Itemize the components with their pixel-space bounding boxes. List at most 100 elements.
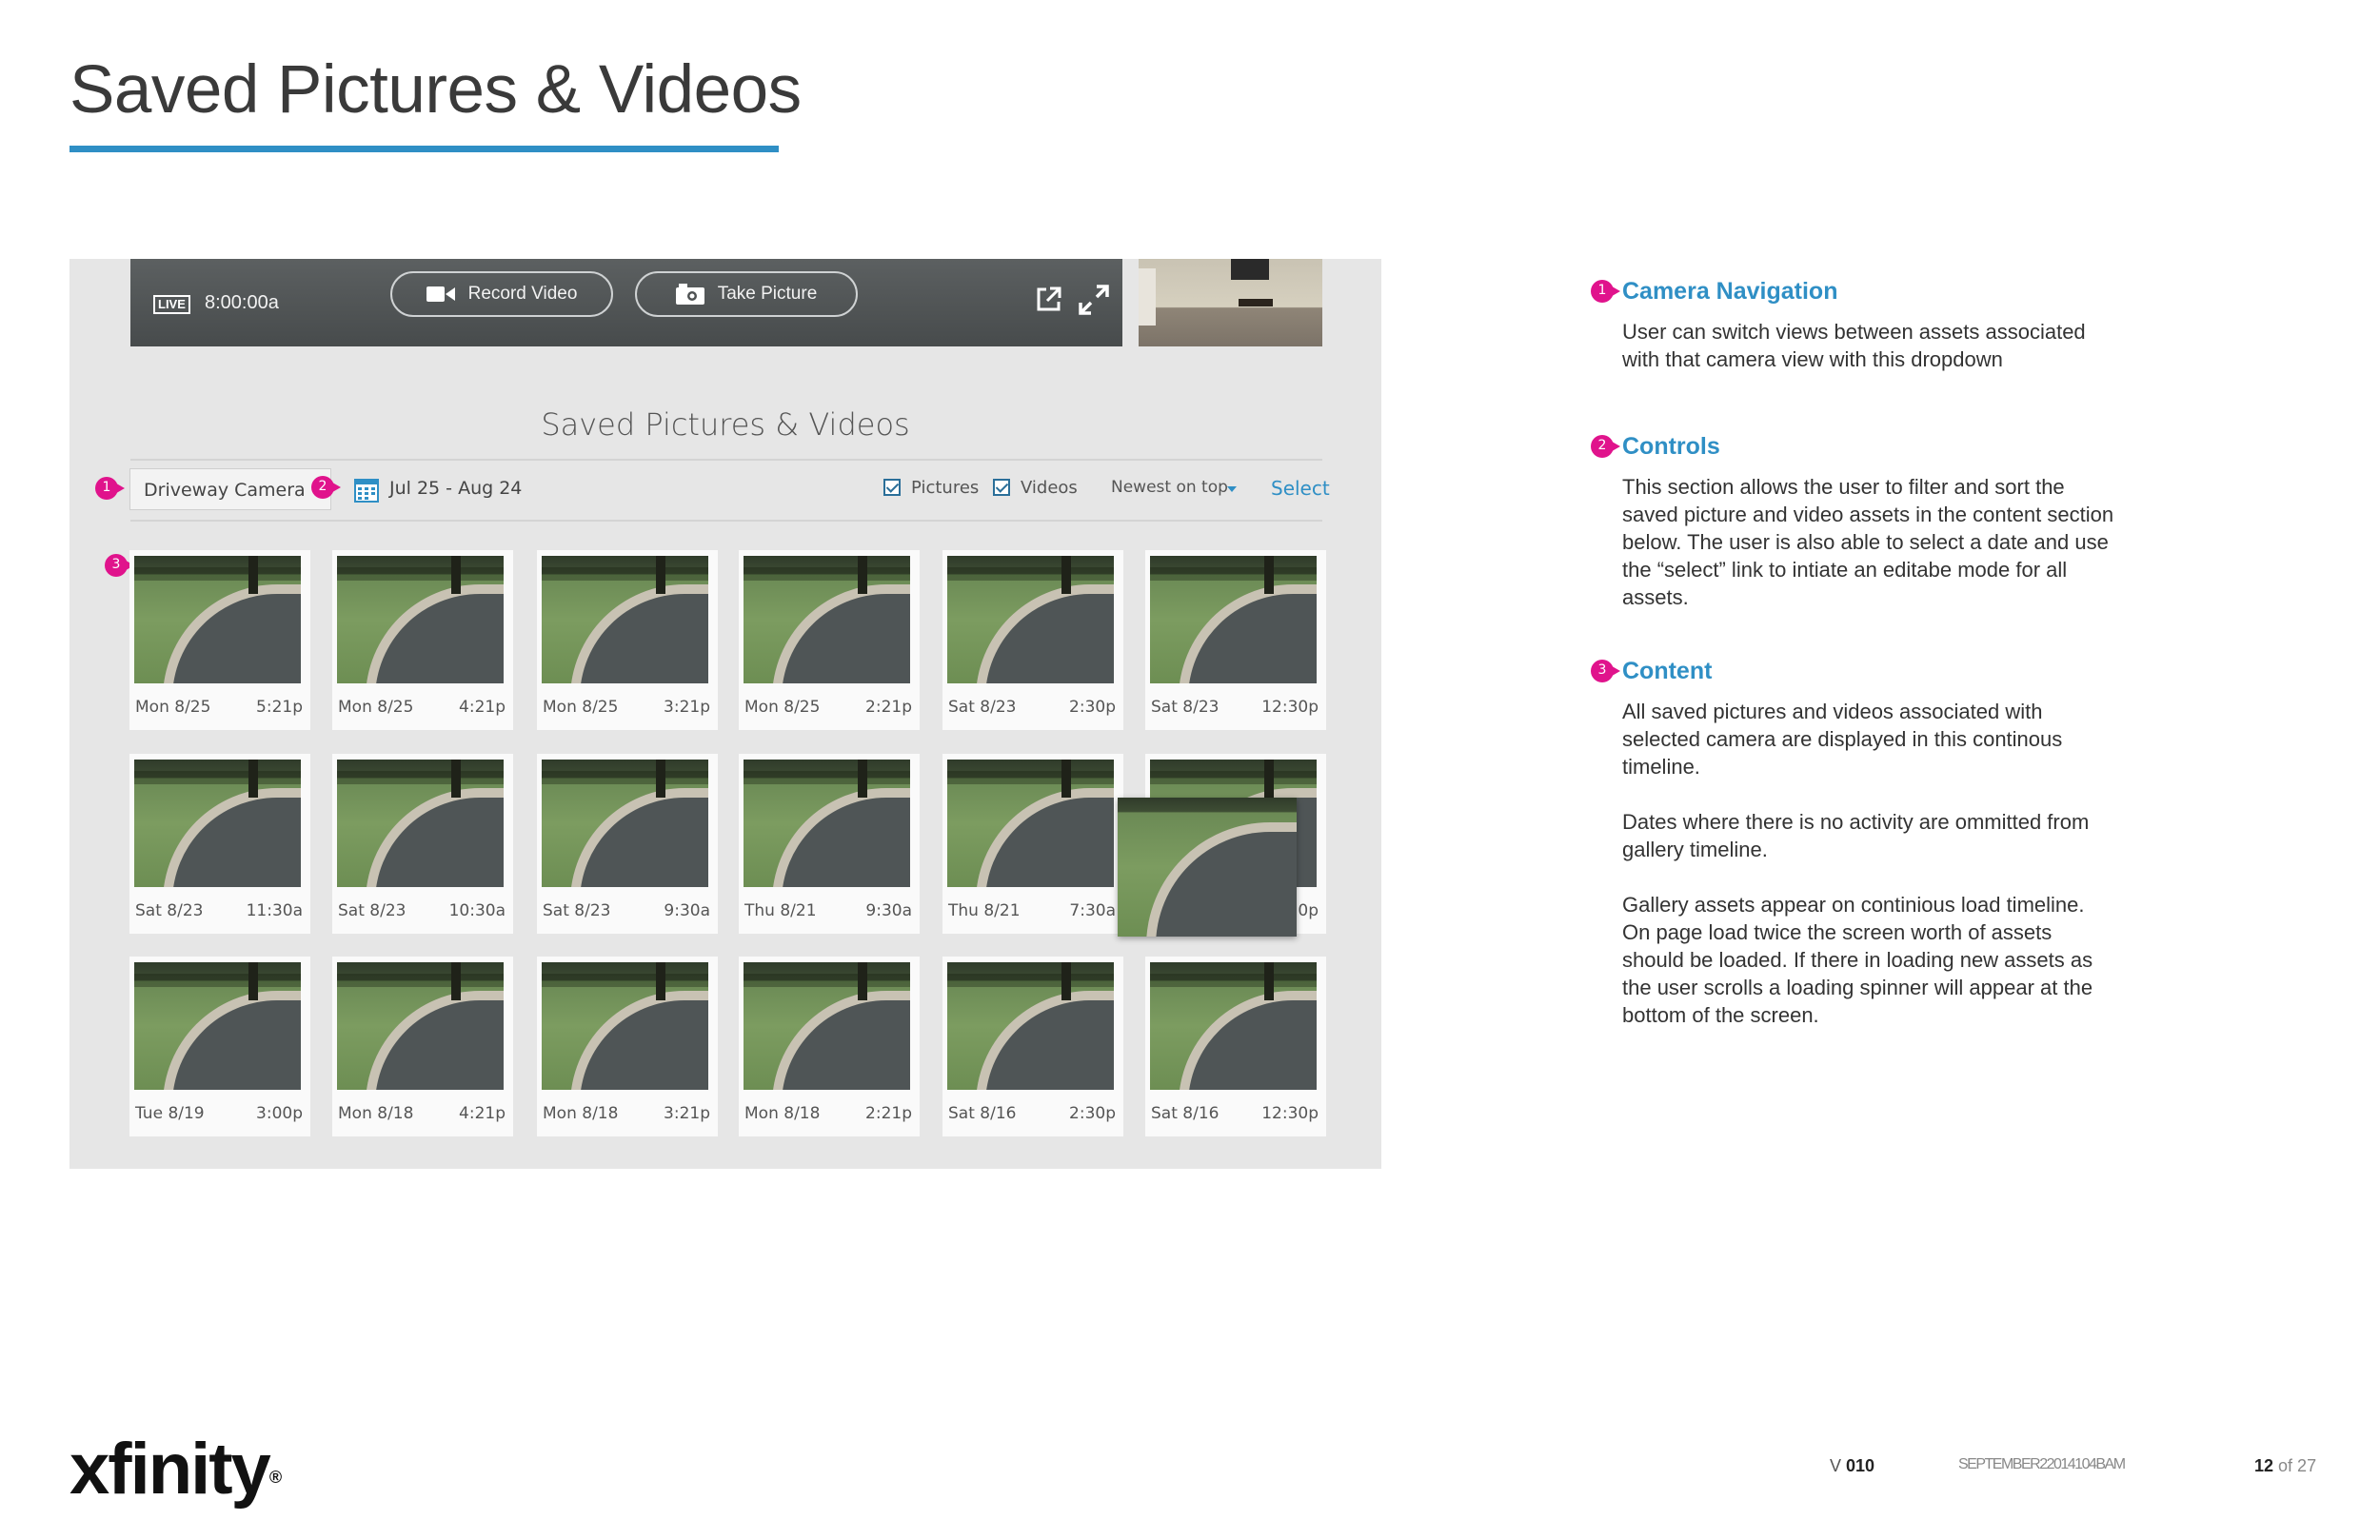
tile-day: Sat 8/23 xyxy=(1151,698,1220,717)
gallery-tile[interactable]: Mon 8/25 4:21p xyxy=(332,550,513,730)
annotation-heading: Controls xyxy=(1622,433,1720,460)
tile-time: 3:21p xyxy=(664,698,710,717)
gallery-tile[interactable]: Tue 8/19 3:00p xyxy=(129,957,310,1136)
annotation-body: This section allows the user to filter a… xyxy=(1622,475,2114,609)
xfinity-logo: xfinity® xyxy=(69,1429,283,1510)
tile-thumbnail xyxy=(947,962,1114,1090)
gallery-tile[interactable]: Mon 8/25 5:21p xyxy=(129,550,310,730)
tile-day: Mon 8/25 xyxy=(135,698,211,717)
marker-2: 2 xyxy=(311,476,341,501)
gallery-tile[interactable]: Thu 8/21 9:30a xyxy=(739,754,920,934)
tile-time: 12:30p xyxy=(1261,698,1319,717)
gallery-tile[interactable]: Sat 8/16 12:30p xyxy=(1145,957,1326,1136)
tile-day: Sat 8/16 xyxy=(1151,1104,1220,1123)
sort-caret-icon xyxy=(1227,486,1237,492)
annotation-body: User can switch views between assets ass… xyxy=(1622,320,2086,371)
marker-1: 1 xyxy=(95,477,125,502)
tile-time: 3:21p xyxy=(664,1104,710,1123)
tile-day: Sat 8/23 xyxy=(338,901,407,920)
annotation-heading: Content xyxy=(1622,658,1713,684)
tile-time: 9:30a xyxy=(664,901,710,920)
tile-thumbnail xyxy=(744,962,910,1090)
gallery-tile[interactable]: Sat 8/23 10:30a xyxy=(332,754,513,934)
tile-time: 0p xyxy=(1298,901,1319,920)
tile-thumbnail xyxy=(134,760,301,887)
tile-thumbnail xyxy=(947,556,1114,683)
tile-time: 5:21p xyxy=(256,698,303,717)
tile-thumbnail xyxy=(337,556,504,683)
camera-dropdown-value: Driveway Camera xyxy=(144,480,306,501)
tile-thumbnail xyxy=(947,760,1114,887)
pictures-checkbox[interactable] xyxy=(883,479,901,496)
gallery-tile[interactable]: Sat 8/23 12:30p xyxy=(1145,550,1326,730)
tile-day: Mon 8/18 xyxy=(543,1104,619,1123)
tile-day: Thu 8/21 xyxy=(744,901,817,920)
gallery-tile[interactable]: Mon 8/25 2:21p xyxy=(739,550,920,730)
tile-time: 11:30a xyxy=(246,901,303,920)
video-camera-icon xyxy=(426,286,455,302)
tile-day: Sat 8/23 xyxy=(135,901,204,920)
live-badge: LIVE xyxy=(153,295,190,314)
toolbar-divider-top xyxy=(130,459,1322,461)
camera-dropdown[interactable]: Driveway Camera xyxy=(129,468,331,510)
tile-time: 9:30a xyxy=(865,901,912,920)
tile-time: 4:21p xyxy=(459,698,506,717)
tile-thumbnail xyxy=(1150,962,1317,1090)
popout-icon[interactable] xyxy=(1036,286,1062,312)
gallery-tile[interactable]: Sat 8/16 2:30p xyxy=(942,957,1123,1136)
record-video-button[interactable]: Record Video xyxy=(390,271,613,317)
tile-time: 12:30p xyxy=(1261,1104,1319,1123)
videos-checkbox[interactable] xyxy=(993,479,1010,496)
tile-time: 2:21p xyxy=(865,1104,912,1123)
toolbar-divider-bottom xyxy=(130,520,1322,522)
page-number: 12 of 27 xyxy=(2254,1456,2317,1475)
date-range-link[interactable]: Jul 25 - Aug 24 xyxy=(389,478,522,499)
gallery-tile[interactable]: Mon 8/18 3:21p xyxy=(537,957,718,1136)
tile-time: 10:30a xyxy=(448,901,506,920)
videos-checkbox-label: Videos xyxy=(1021,478,1078,498)
tile-thumbnail xyxy=(542,556,708,683)
marker-3: 3 xyxy=(105,554,134,579)
tile-thumbnail xyxy=(134,556,301,683)
gallery-tile[interactable]: Mon 8/18 2:21p xyxy=(739,957,920,1136)
camera-thumbnail[interactable] xyxy=(1139,259,1322,346)
dragged-thumbnail[interactable] xyxy=(1118,798,1297,937)
tile-day: Sat 8/23 xyxy=(543,901,611,920)
ui-mockup: LIVE 8:00:00a Record Video Take Picture … xyxy=(69,259,1381,1169)
tile-time: 7:30a xyxy=(1069,901,1116,920)
tile-time: 2:21p xyxy=(865,698,912,717)
tile-thumbnail xyxy=(542,962,708,1090)
tile-day: Mon 8/25 xyxy=(744,698,821,717)
tile-thumbnail xyxy=(337,760,504,887)
pictures-checkbox-label: Pictures xyxy=(911,478,980,498)
tile-day: Sat 8/16 xyxy=(948,1104,1017,1123)
tile-time: 2:30p xyxy=(1069,1104,1116,1123)
gallery-heading: Saved Pictures & Videos xyxy=(541,406,910,443)
tile-thumbnail xyxy=(744,556,910,683)
annotation-heading: Camera Navigation xyxy=(1622,278,1838,305)
take-picture-button[interactable]: Take Picture xyxy=(635,271,858,317)
tile-day: Sat 8/23 xyxy=(948,698,1017,717)
gallery-tile[interactable]: Mon 8/25 3:21p xyxy=(537,550,718,730)
gallery-tile[interactable]: Thu 8/21 7:30a xyxy=(942,754,1123,934)
page-title: Saved Pictures & Videos xyxy=(69,52,802,128)
live-player-bar: LIVE 8:00:00a Record Video Take Picture xyxy=(130,259,1122,346)
tile-thumbnail xyxy=(542,760,708,887)
tile-thumbnail xyxy=(134,962,301,1090)
tile-day: Tue 8/19 xyxy=(135,1104,205,1123)
gallery-tile[interactable]: Mon 8/18 4:21p xyxy=(332,957,513,1136)
record-video-label: Record Video xyxy=(467,284,578,304)
calendar-icon[interactable] xyxy=(354,478,379,503)
gallery-tile[interactable]: Sat 8/23 11:30a xyxy=(129,754,310,934)
tile-day: Mon 8/25 xyxy=(543,698,619,717)
sort-dropdown[interactable]: Newest on top xyxy=(1111,478,1228,497)
select-link[interactable]: Select xyxy=(1271,477,1330,500)
version-label: V 010 xyxy=(1830,1456,1875,1475)
gallery-tile[interactable]: Sat 8/23 2:30p xyxy=(942,550,1123,730)
gallery-tile[interactable]: Sat 8/23 9:30a xyxy=(537,754,718,934)
title-underline xyxy=(69,146,779,152)
live-timestamp: 8:00:00a xyxy=(205,292,279,313)
tile-day: Mon 8/18 xyxy=(338,1104,414,1123)
tile-day: Thu 8/21 xyxy=(948,901,1021,920)
fullscreen-icon[interactable] xyxy=(1078,284,1110,316)
